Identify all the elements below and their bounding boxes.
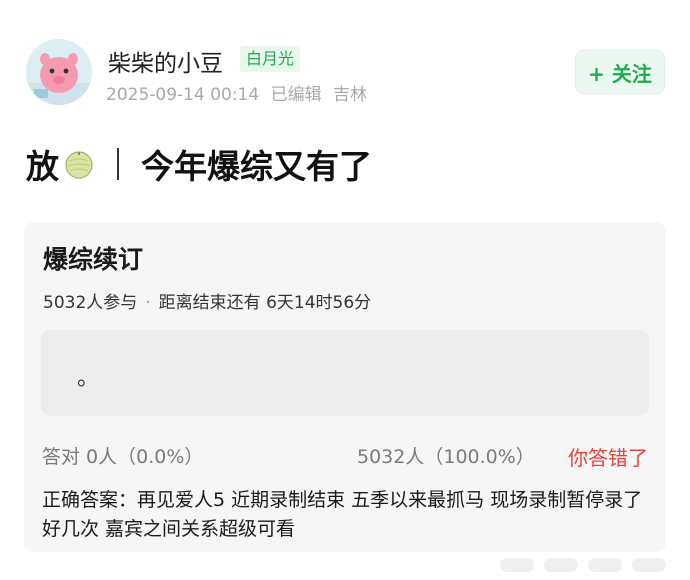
post-timestamp: 2025-09-14 00:14: [106, 85, 260, 105]
post-title-main: 今年爆综又有了: [141, 147, 372, 186]
poll-result-row: 答对 0人（0.0%） 5032人（100.0%） 你答错了: [42, 442, 648, 472]
title-separator: [117, 148, 119, 180]
result-status: 你答错了: [568, 446, 648, 470]
poll-option-text: 。: [77, 366, 100, 391]
result-total: 5032人（100.0%）: [357, 446, 535, 468]
poll-card: 爆综续订 5032人参与 · 距离结束还有 6天14时56分 。 答对 0人（0.0…: [24, 222, 666, 552]
poll-participants: 5032人参与: [43, 293, 138, 313]
follow-button[interactable]: + 关注: [575, 50, 665, 94]
poll-title: 爆综续订: [43, 245, 144, 274]
avatar-pig-icon: [26, 39, 92, 105]
author-name[interactable]: 柴柴的小豆: [108, 44, 223, 78]
watermark-icon: [500, 558, 666, 572]
poll-option[interactable]: 。: [41, 330, 649, 416]
post-title-prefix: 放: [26, 147, 59, 186]
post-location: 吉林: [333, 85, 368, 105]
post-meta: 2025-09-14 00:14 已编辑 吉林: [106, 80, 373, 105]
edited-label: 已编辑: [270, 85, 322, 105]
result-correct: 答对 0人（0.0%）: [42, 446, 204, 468]
poll-countdown: 距离结束还有 6天14时56分: [158, 293, 372, 313]
melon-icon: [63, 148, 95, 180]
post-title: 放 今年爆综又有了: [26, 140, 372, 188]
author-badge: 白月光: [240, 46, 301, 72]
correct-answer: 正确答案：再见爱人5 近期录制结束 五季以来最抓马 现场录制暂停录了好几次 嘉宾…: [42, 489, 643, 540]
poll-stats: 5032人参与 · 距离结束还有 6天14时56分: [43, 288, 371, 313]
stats-dot: ·: [145, 293, 151, 313]
avatar[interactable]: [26, 39, 92, 105]
